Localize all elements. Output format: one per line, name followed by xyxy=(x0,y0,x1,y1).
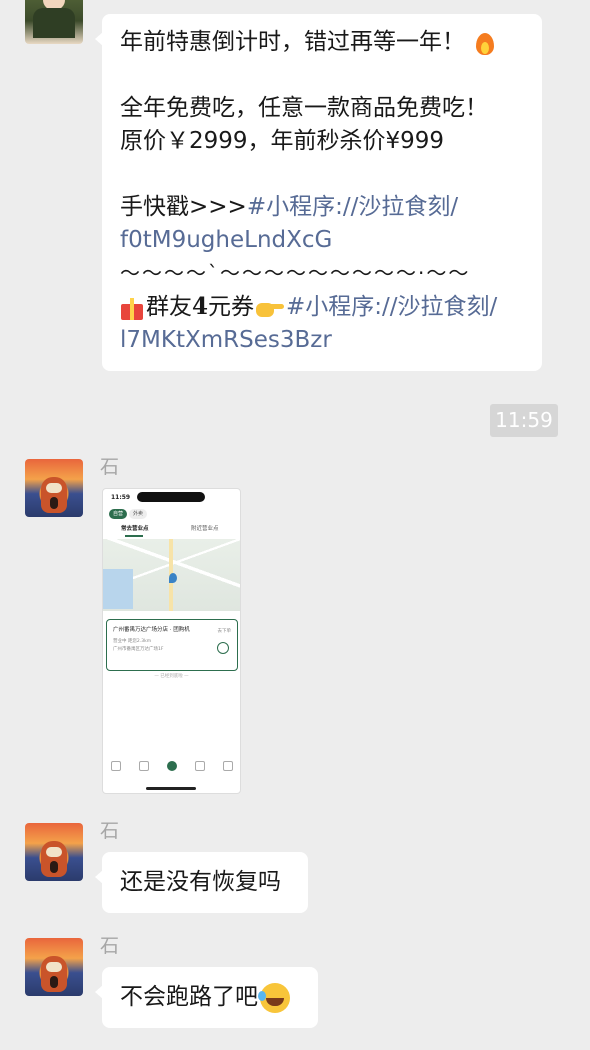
home-indicator xyxy=(146,787,196,790)
message-bubble-promo[interactable]: 年前特惠倒计时，错过再等一年！ 全年免费吃，任意一款商品免费吃！ 原价￥2999… xyxy=(95,14,542,371)
message-text: 不会跑路了吧 xyxy=(120,981,302,1014)
avatar-figure xyxy=(41,477,67,513)
message-text: 还是没有恢复吗 xyxy=(120,869,281,895)
pointing-hand-icon xyxy=(256,297,285,319)
store-card: 广州番禺万达广场分店 · 团购机 营业中 距您2.3km 广州市番禺区万达广场1… xyxy=(106,619,238,671)
nav-icon xyxy=(111,761,121,771)
location-pin-icon xyxy=(169,573,177,583)
message-bubble[interactable]: 不会跑路了吧 xyxy=(95,967,318,1028)
sender-name: 石 xyxy=(100,456,120,478)
mini-program-link[interactable]: #小程序://沙拉食刻/ xyxy=(286,294,497,320)
water-area xyxy=(103,569,133,609)
message-line: 原价￥2999，年前秒杀价¥999 xyxy=(120,128,445,154)
tab-underline xyxy=(125,535,143,537)
mini-program-link[interactable]: #小程序://沙拉食刻/ xyxy=(247,194,458,220)
nav-icon xyxy=(167,761,177,771)
store-line: 营业中 距您2.3km xyxy=(113,639,152,644)
mini-program-link[interactable]: f0tM9ugheLndXcG xyxy=(120,224,526,257)
store-name: 广州番禺万达广场分店 · 团购机 xyxy=(113,627,190,633)
avatar-figure xyxy=(41,956,67,992)
dynamic-island xyxy=(137,492,205,502)
tab-bar: 常去营业点 附近营业点 xyxy=(103,523,240,537)
message-line: 群友4元券 #小程序://沙拉食刻/ xyxy=(120,290,526,324)
end-of-list: — 已经到底啦 — xyxy=(154,674,189,679)
nav-icon xyxy=(223,761,233,771)
avatar-body xyxy=(33,8,75,38)
message-line: ～～～～`～～～～～～～～～·～～ xyxy=(120,261,471,285)
tab-frequent: 常去营业点 xyxy=(121,526,149,532)
avatar[interactable] xyxy=(25,459,83,517)
fire-icon xyxy=(475,30,495,56)
avatar[interactable] xyxy=(25,823,83,881)
map xyxy=(103,539,240,611)
bottom-nav xyxy=(103,761,240,775)
message-bubble[interactable]: 还是没有恢复吗 xyxy=(95,852,308,913)
timestamp: 11:59 xyxy=(490,404,558,437)
avatar[interactable] xyxy=(25,0,83,44)
pill-self: 自营 xyxy=(109,509,128,519)
pill-delivery: 外卖 xyxy=(129,509,148,519)
message-line: 手快戳>>>#小程序://沙拉食刻/ xyxy=(120,194,459,220)
nav-icon xyxy=(139,761,149,771)
sender-name: 石 xyxy=(100,935,120,957)
mini-program-link[interactable]: l7MKtXmRSes3Bzr xyxy=(120,324,526,357)
avatar[interactable] xyxy=(25,938,83,996)
sender-name: 石 xyxy=(100,820,120,842)
face-with-tears-of-joy-icon xyxy=(258,982,290,1013)
navigate-icon xyxy=(217,642,229,654)
gift-icon xyxy=(120,296,144,320)
avatar-figure xyxy=(41,841,67,877)
status-time: 11:59 xyxy=(111,494,131,501)
message-line: 全年免费吃，任意一款商品免费吃！ xyxy=(120,95,488,121)
image-message[interactable]: 11:59 自营 外卖 常去营业点 附近营业点 广州番禺万达广场分店 · 团购机… xyxy=(102,488,241,794)
message-line: 年前特惠倒计时，错过再等一年！ xyxy=(120,26,526,59)
nav-icon xyxy=(195,761,205,771)
store-action: 去下单 xyxy=(217,629,232,634)
store-line: 广州市番禺区万达广场1F xyxy=(113,647,164,652)
tab-nearby: 附近营业点 xyxy=(191,526,219,532)
